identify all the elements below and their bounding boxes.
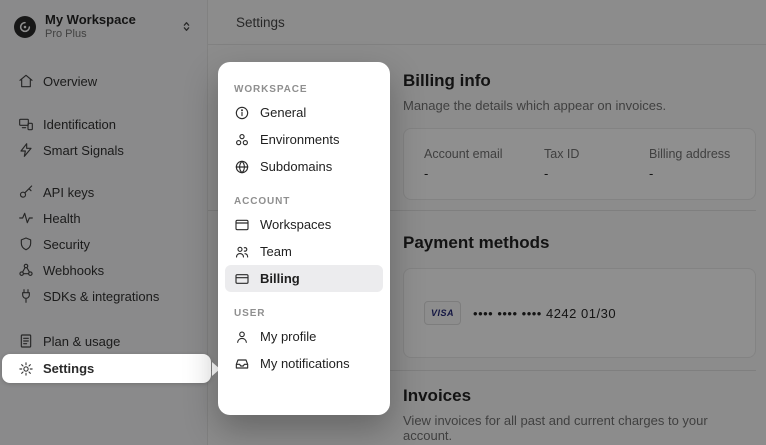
popover-item-label: General bbox=[260, 105, 306, 120]
popover-item-workspaces[interactable]: Workspaces bbox=[218, 211, 390, 238]
app-window: My Workspace Pro Plus Overview Identific… bbox=[0, 0, 766, 445]
popover-item-my-profile[interactable]: My profile bbox=[218, 323, 390, 350]
popover-item-environments[interactable]: Environments bbox=[218, 126, 390, 153]
popover-item-my-notifications[interactable]: My notifications bbox=[218, 350, 390, 377]
popover-item-general[interactable]: General bbox=[218, 99, 390, 126]
popover-item-label: Subdomains bbox=[260, 159, 332, 174]
popover-item-team[interactable]: Team bbox=[218, 238, 390, 265]
sidebar-item-settings[interactable]: Settings bbox=[2, 354, 211, 383]
popover-section-workspace: WORKSPACE bbox=[234, 84, 374, 95]
popover-item-subdomains[interactable]: Subdomains bbox=[218, 153, 390, 180]
popover-item-label: Environments bbox=[260, 132, 339, 147]
popover-item-label: Workspaces bbox=[260, 217, 331, 232]
popover-item-label: Billing bbox=[260, 271, 300, 286]
globe-icon bbox=[234, 159, 250, 175]
popover-item-billing[interactable]: Billing bbox=[225, 265, 383, 292]
popover-section-user: USER bbox=[234, 308, 374, 319]
sidebar-item-label: Settings bbox=[43, 361, 94, 376]
info-icon bbox=[234, 105, 250, 121]
credit-card-icon bbox=[234, 271, 250, 287]
inbox-icon bbox=[234, 356, 250, 372]
popover-item-label: My notifications bbox=[260, 356, 350, 371]
settings-popover: WORKSPACE General Environments Subdomain… bbox=[218, 62, 390, 415]
user-icon bbox=[234, 329, 250, 345]
team-icon bbox=[234, 244, 250, 260]
window-icon bbox=[234, 217, 250, 233]
environments-icon bbox=[234, 132, 250, 148]
popover-section-account: ACCOUNT bbox=[234, 196, 374, 207]
popover-item-label: My profile bbox=[260, 329, 316, 344]
gear-icon bbox=[18, 361, 34, 377]
popover-item-label: Team bbox=[260, 244, 292, 259]
